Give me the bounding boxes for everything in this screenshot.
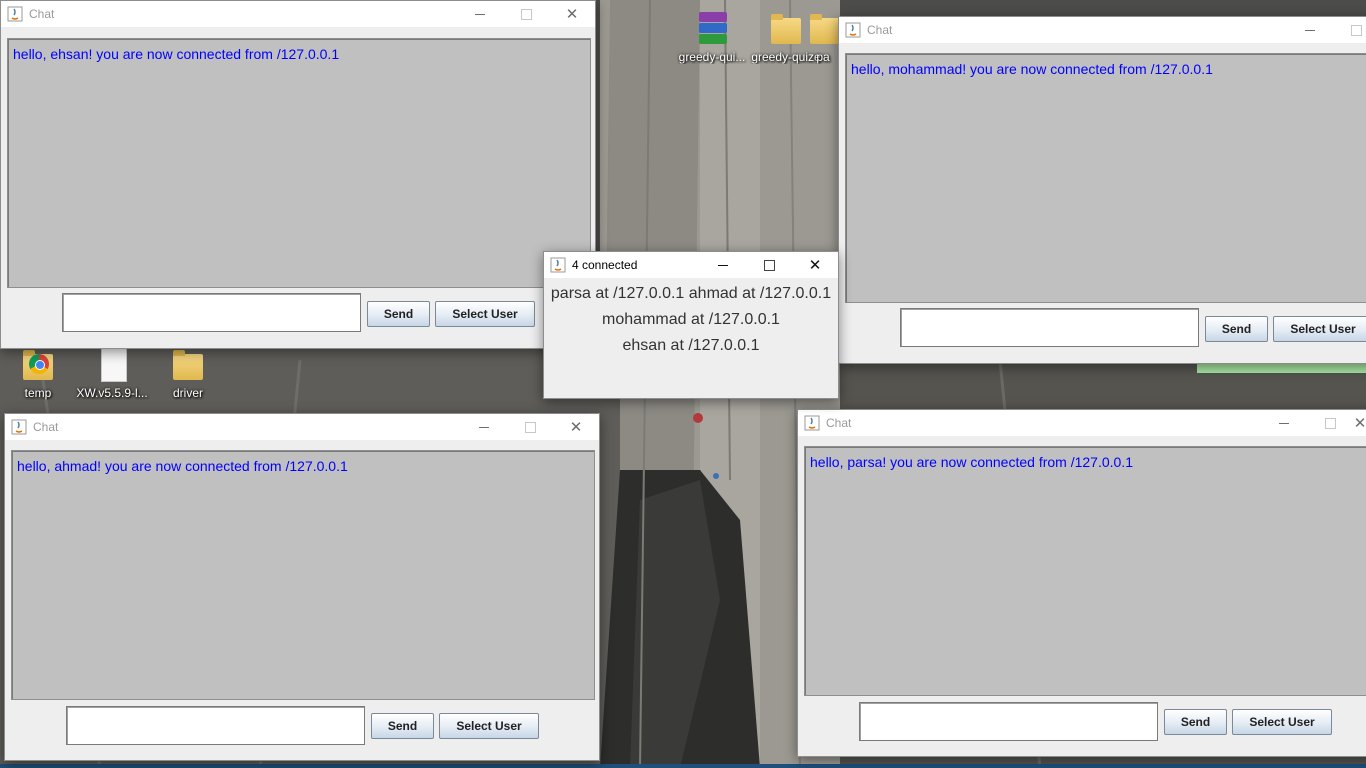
close-button[interactable] (1353, 410, 1366, 436)
desktop-icon-label: pa (816, 50, 830, 64)
message-input[interactable] (900, 308, 1199, 347)
close-button[interactable] (549, 1, 595, 27)
chat-history[interactable]: hello, ehsan! you are now connected from… (7, 38, 591, 288)
maximize-button[interactable] (1307, 410, 1353, 436)
folder-icon (769, 10, 803, 46)
maximize-button[interactable] (507, 414, 553, 440)
title-bar[interactable]: Chat (839, 17, 1366, 43)
send-button[interactable]: Send (1205, 316, 1268, 342)
send-button[interactable]: Send (367, 301, 430, 327)
minimize-button[interactable] (700, 252, 746, 278)
desktop-icon-label: driver (172, 386, 203, 400)
desktop-icon-pa[interactable]: pa (808, 10, 840, 64)
minimize-button[interactable] (461, 414, 507, 440)
select-user-button[interactable]: Select User (1232, 709, 1332, 735)
chat-message: hello, ehsan! you are now connected from… (13, 46, 340, 62)
java-icon (11, 419, 27, 435)
java-icon (7, 6, 23, 22)
desktop-icon-greedy-archive[interactable]: greedy-qui... (674, 10, 750, 64)
maximize-button[interactable] (503, 1, 549, 27)
desktop-icon-label: greedy-qui... (678, 50, 746, 64)
chrome-folder-icon (21, 346, 55, 382)
java-icon (804, 415, 820, 431)
minimize-button[interactable] (1287, 17, 1333, 43)
server-window: 4 connected parsa at /127.0.0.1 ahmad at… (543, 251, 839, 399)
maximize-button[interactable] (746, 252, 792, 278)
message-input[interactable] (66, 706, 365, 745)
close-button[interactable] (553, 414, 599, 440)
chat-history[interactable]: hello, parsa! you are now connected from… (804, 446, 1366, 696)
connected-users-line: parsa at /127.0.0.1 ahmad at /127.0.0.1 (550, 285, 832, 302)
desktop-icon-xw[interactable]: XW.v5.5.9-l... (74, 346, 150, 400)
close-button[interactable] (792, 252, 838, 278)
file-icon (95, 346, 129, 382)
folder-icon (808, 10, 842, 46)
desktop-icon-driver[interactable]: driver (150, 346, 226, 400)
message-input[interactable] (859, 702, 1158, 741)
background-window-edge (1197, 363, 1366, 373)
select-user-button[interactable]: Select User (1273, 316, 1366, 342)
chat-history[interactable]: hello, mohammad! you are now connected f… (845, 53, 1366, 303)
chat-message: hello, mohammad! you are now connected f… (851, 61, 1213, 77)
desktop-icon-temp[interactable]: temp (0, 346, 76, 400)
chat-window-mohammad: Chat hello, mohammad! you are now connec… (838, 16, 1366, 364)
minimize-button[interactable] (457, 1, 503, 27)
window-title: Chat (826, 416, 852, 430)
taskbar-edge (0, 764, 1366, 768)
minimize-button[interactable] (1261, 410, 1307, 436)
title-bar[interactable]: Chat (5, 414, 599, 440)
desktop-icon-label: temp (24, 386, 52, 400)
winrar-archive-icon (695, 10, 729, 46)
chat-message: hello, ahmad! you are now connected from… (17, 458, 348, 474)
desktop-icon-label: XW.v5.5.9-l... (76, 386, 148, 400)
select-user-button[interactable]: Select User (439, 713, 539, 739)
window-title: Chat (29, 7, 55, 21)
chat-history[interactable]: hello, ahmad! you are now connected from… (11, 450, 595, 700)
connected-users-line: mohammad at /127.0.0.1 (602, 311, 780, 328)
title-bar[interactable]: Chat (798, 410, 1366, 436)
send-button[interactable]: Send (371, 713, 434, 739)
maximize-button[interactable] (1333, 17, 1366, 43)
send-button[interactable]: Send (1164, 709, 1227, 735)
window-title: Chat (33, 420, 59, 434)
title-bar[interactable]: 4 connected (544, 252, 838, 278)
connected-users-line: ehsan at /127.0.0.1 (622, 337, 760, 354)
java-icon (845, 22, 861, 38)
chat-window-parsa: Chat hello, parsa! you are now connected… (797, 409, 1366, 757)
window-title: 4 connected (572, 258, 638, 272)
select-user-button[interactable]: Select User (435, 301, 535, 327)
folder-icon (171, 346, 205, 382)
chat-window-ehsan: Chat hello, ehsan! you are now connected… (0, 0, 596, 349)
title-bar[interactable]: Chat (1, 1, 595, 27)
java-icon (550, 257, 566, 273)
window-title: Chat (867, 23, 893, 37)
chat-window-ahmad: Chat hello, ahmad! you are now connected… (4, 413, 600, 761)
chat-message: hello, parsa! you are now connected from… (810, 454, 1133, 470)
message-input[interactable] (62, 293, 361, 332)
